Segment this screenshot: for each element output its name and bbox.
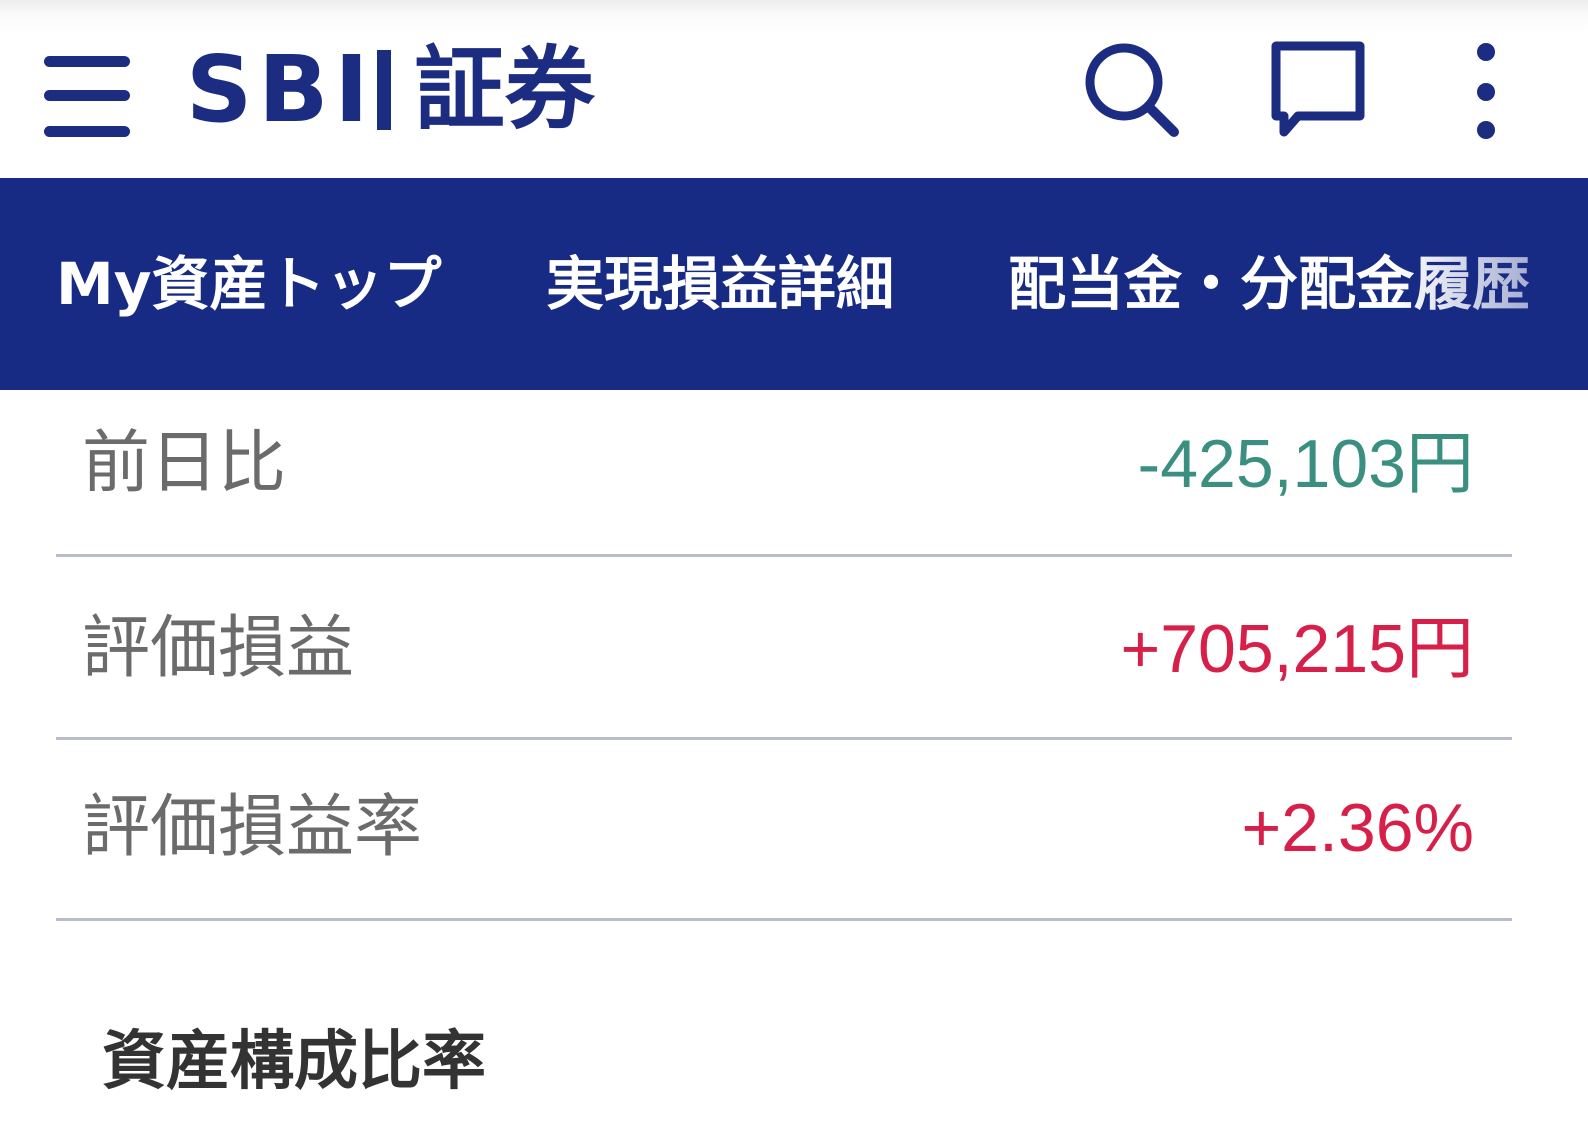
logo-latin: SBI (186, 36, 375, 143)
app-header: SBI 証券 (0, 0, 1588, 178)
menu-line (44, 126, 130, 137)
sbi-logo[interactable]: SBI 証券 (186, 30, 595, 150)
summary-row-unrealized-pl: 評価損益 +705,215円 (56, 557, 1512, 740)
logo-kanji: 証券 (414, 37, 595, 142)
menu-line (44, 56, 130, 67)
summary-value: +705,215円 (1120, 611, 1474, 687)
section-title-asset-allocation: 資産構成比率 (102, 1025, 486, 1099)
chat-bubble-icon[interactable] (1266, 36, 1370, 140)
summary-value: -425,103円 (1137, 426, 1474, 502)
summary-label: 評価損益率 (82, 788, 423, 867)
menu-line (44, 90, 130, 101)
summary-value: +2.36% (1241, 790, 1474, 866)
tab-bar: My資産トップ 実現損益詳細 配当金・分配金履歴 (0, 178, 1588, 390)
tab-dividend-history[interactable]: 配当金・分配金履歴 (1008, 178, 1530, 390)
tab-my-assets-top[interactable]: My資産トップ (56, 178, 442, 390)
tab-realized-pl-details[interactable]: 実現損益詳細 (546, 178, 894, 390)
summary-label: 評価損益 (82, 609, 355, 688)
search-icon[interactable] (1082, 40, 1182, 140)
logo-separator (376, 50, 391, 130)
app-screen: SBI 証券 My資産トップ 実現損益詳細 配当金・分配金履歴 前日比 -425… (0, 0, 1588, 1146)
summary-row-unrealized-pl-rate: 評価損益率 +2.36% (56, 740, 1512, 921)
more-vertical-icon[interactable] (1466, 42, 1506, 142)
summary-row-day-change: 前日比 -425,103円 (56, 392, 1512, 557)
summary-label: 前日比 (82, 424, 287, 503)
hamburger-menu-icon[interactable] (44, 52, 130, 138)
